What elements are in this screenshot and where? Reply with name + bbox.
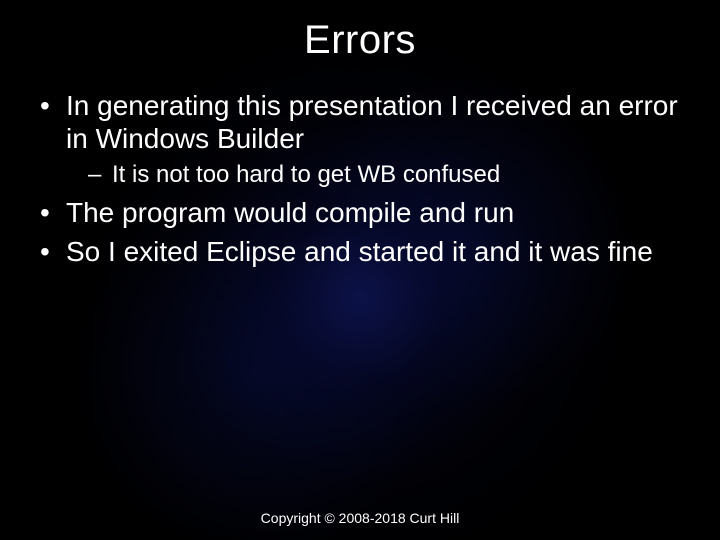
sub-bullet-item: It is not too hard to get WB confused (88, 161, 692, 190)
sub-bullet-text: It is not too hard to get WB confused (112, 161, 500, 188)
copyright-footer: Copyright © 2008-2018 Curt Hill (0, 510, 720, 526)
sub-bullet-list: It is not too hard to get WB confused (66, 161, 692, 190)
bullet-item: The program would compile and run (36, 196, 692, 229)
slide-title: Errors (28, 18, 692, 63)
bullet-item: In generating this presentation I receiv… (36, 89, 692, 190)
bullet-text: So I exited Eclipse and started it and i… (66, 236, 653, 267)
bullet-text: The program would compile and run (66, 197, 514, 228)
bullet-text: In generating this presentation I receiv… (66, 90, 678, 154)
slide-container: Errors In generating this presentation I… (0, 0, 720, 540)
bullet-item: So I exited Eclipse and started it and i… (36, 235, 692, 268)
bullet-list: In generating this presentation I receiv… (28, 89, 692, 268)
